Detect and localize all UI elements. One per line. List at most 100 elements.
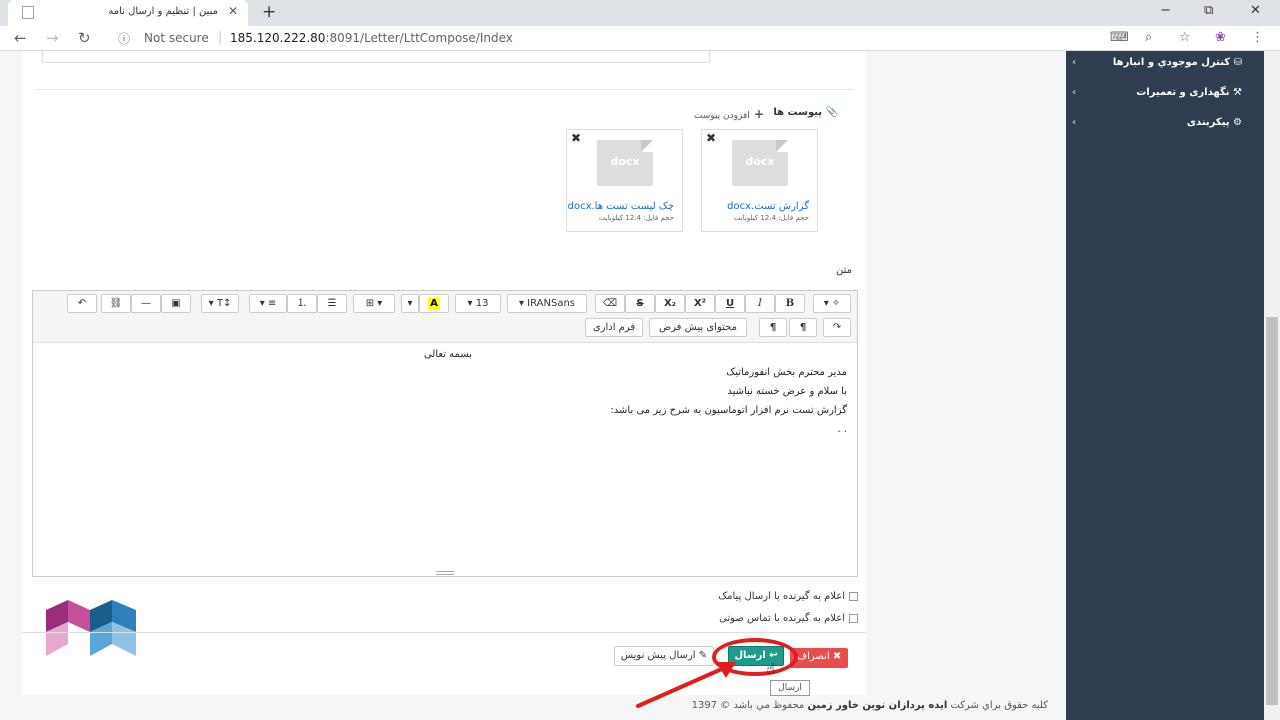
magic-style-dropdown[interactable]: ▾ ✧	[813, 294, 851, 313]
attachment-name[interactable]: گزارش تست.docx	[727, 201, 809, 212]
editor-resize-handle[interactable]	[436, 571, 454, 575]
editor-toolbar: ↶ ⛓ — ▣ ▾ T↕ ▾ ≡ ⒈ ☰ ⊞ ▾ ▾ A ▾ 13 ▾ IRAN…	[33, 291, 857, 343]
text-size-dropdown[interactable]: ▾ T↕	[201, 294, 239, 313]
file-ext: docx	[745, 155, 775, 168]
align-dropdown[interactable]: ▾ ≡	[249, 294, 287, 313]
bold-button[interactable]: B	[775, 294, 805, 313]
font-size-dropdown[interactable]: ▾ 13	[455, 294, 501, 313]
info-icon[interactable]: ⓘ	[118, 30, 130, 47]
dropdown-caret: ▾	[467, 298, 476, 309]
divider	[36, 89, 854, 90]
editor-line: بسمه تعالی	[423, 349, 472, 360]
page-favicon-icon	[22, 6, 34, 19]
admin-form-button[interactable]: فرم اداری	[585, 318, 643, 337]
browser-menu-icon[interactable]: ⋮	[1251, 30, 1264, 45]
sms-notify-checkbox[interactable]: اعلام به گیرنده با ارسال پیامک	[718, 591, 858, 602]
boxes-icon: ⛁	[1230, 57, 1242, 68]
url-field[interactable]: ⓘ Not secure | 185.120.222.80:8091/Lette…	[108, 28, 1108, 49]
restore-icon[interactable]: ⧉	[1204, 3, 1213, 18]
scrollbar-thumb[interactable]	[1266, 317, 1278, 705]
undo-button[interactable]: ↶	[67, 294, 97, 313]
attachments-title: 📎 پیوست ها	[773, 107, 838, 118]
superscript-button[interactable]: X²	[685, 294, 715, 313]
hr-button[interactable]: —	[131, 294, 161, 313]
doc-fold	[776, 140, 788, 152]
font-size-value: 13	[475, 298, 489, 309]
editor-content[interactable]: بسمه تعالی مدیر محترم بخش انفورماتیک با …	[33, 343, 857, 572]
keywords-field[interactable]	[42, 51, 710, 63]
paperclip-icon: 📎	[822, 107, 838, 118]
ltr-button[interactable]: ¶	[759, 318, 787, 337]
sidebar-item-config[interactable]: ⚙ پیکربندی ›	[1072, 117, 1242, 137]
browser-tab[interactable]: مبین | تنظیم و ارسال نامه ✕	[8, 0, 248, 26]
voice-notify-checkbox[interactable]: اعلام به گیرنده با تماس صوتی	[719, 613, 858, 624]
forward-icon[interactable]: →	[46, 29, 59, 47]
subscript-button[interactable]: X₂	[655, 294, 685, 313]
sidebar-item-label: نگهداری و تعمیرات	[1136, 87, 1230, 98]
bookmark-star-icon[interactable]: ☆	[1179, 30, 1191, 45]
plus-icon: +	[749, 107, 764, 121]
reload-icon[interactable]: ↻	[78, 29, 91, 47]
table-dropdown[interactable]: ⊞ ▾	[353, 294, 395, 313]
file-ext: docx	[610, 155, 640, 168]
dropdown-caret: ▾	[518, 298, 528, 309]
send-tooltip: ارسال	[770, 680, 810, 696]
docx-file-icon: docx	[597, 140, 653, 186]
add-attachment-button[interactable]: + افزودن پیوست	[694, 107, 764, 121]
rtl-button[interactable]: ¶	[789, 318, 817, 337]
checkbox-box[interactable]	[849, 591, 858, 601]
chevron-icon: ›	[1072, 117, 1077, 128]
editor-line: با سلام و عرض خسته نباشید	[727, 386, 847, 397]
underline-button[interactable]: U	[715, 294, 745, 313]
strikethrough-button[interactable]: S	[625, 294, 655, 313]
url-path: :8091/Letter/LttCompose/Index	[325, 31, 513, 45]
remove-attachment-icon[interactable]: ✖	[706, 131, 716, 145]
sidebar-item-inventory[interactable]: ⛁ کنترل موجودي و انبارها ›	[1072, 57, 1242, 77]
link-button[interactable]: ⛓	[101, 294, 131, 313]
attachment-card[interactable]: ✖ docx گزارش تست.docx حجم فایل: 12.4 کیل…	[701, 129, 818, 232]
redo-button[interactable]: ↷	[823, 318, 851, 337]
attachment-size: حجم فایل: 12.4 کیلوبایت	[598, 214, 674, 222]
page-scrollbar[interactable]	[1264, 51, 1280, 720]
eraser-button[interactable]: ⌫	[595, 294, 625, 313]
new-tab-button[interactable]: +	[262, 2, 276, 22]
color-dropdown[interactable]: ▾	[401, 294, 419, 313]
doc-fold	[641, 140, 653, 152]
chevron-icon: ›	[1072, 57, 1077, 68]
copyright-prefix: کلیه حقوق براي شرکت	[950, 700, 1048, 711]
highlight-color-button[interactable]: A	[419, 294, 449, 313]
italic-button[interactable]: I	[745, 294, 775, 313]
docx-file-icon: docx	[732, 140, 788, 186]
bullet-list-button[interactable]: ☰	[317, 294, 347, 313]
remove-attachment-icon[interactable]: ✖	[571, 131, 581, 145]
tab-title: مبین | تنظیم و ارسال نامه	[108, 6, 218, 17]
default-content-button[interactable]: محتوای پیش فرض	[649, 318, 747, 337]
picture-button[interactable]: ▣	[161, 294, 191, 313]
checkbox-box[interactable]	[849, 613, 858, 623]
translate-icon[interactable]: ⌨	[1110, 30, 1129, 45]
sidebar-item-maintenance[interactable]: ⚒ نگهداری و تعمیرات ›	[1072, 87, 1242, 107]
editor-line: گزارش تست نرم افزار اتوماسیون به شرح زیر…	[610, 405, 847, 416]
sidebar-item-label: کنترل موجودي و انبارها	[1112, 57, 1231, 68]
rich-text-editor: ↶ ⛓ — ▣ ▾ T↕ ▾ ≡ ⒈ ☰ ⊞ ▾ ▾ A ▾ 13 ▾ IRAN…	[32, 290, 858, 577]
footer-divider	[22, 632, 866, 633]
sidebar: ⛁ کنترل موجودي و انبارها › ⚒ نگهداری و ت…	[1066, 51, 1264, 720]
highlight-a-icon: A	[428, 298, 440, 309]
zoom-icon[interactable]: ⌕	[1145, 30, 1152, 45]
attachment-card[interactable]: ✖ docx چک لیست تست ها.docx حجم فایل: 12.…	[566, 129, 683, 232]
ordered-list-button[interactable]: ⒈	[287, 294, 317, 313]
back-icon[interactable]: ←	[14, 29, 27, 47]
font-family-dropdown[interactable]: ▾ IRANSans	[507, 294, 587, 313]
url-host: 185.120.222.80	[230, 31, 326, 45]
editor-line: مدیر محترم بخش انفورماتیک	[726, 367, 847, 378]
cogs-icon: ⚙	[1229, 117, 1242, 128]
close-tab-icon[interactable]: ✕	[228, 4, 238, 18]
attachment-name[interactable]: چک لیست تست ها.docx	[568, 201, 674, 212]
minimize-icon[interactable]: −	[1160, 3, 1171, 18]
close-window-icon[interactable]: ✕	[1250, 3, 1261, 18]
copyright-text: کلیه حقوق براي شرکت ایده پردازان نوین خا…	[692, 700, 1048, 711]
add-attachment-label: افزودن پیوست	[693, 111, 750, 121]
wrench-icon: ⚒	[1229, 87, 1242, 98]
cancel-button[interactable]: ✖ انصراف	[790, 648, 848, 668]
extension-icon[interactable]: ❀	[1215, 30, 1226, 45]
